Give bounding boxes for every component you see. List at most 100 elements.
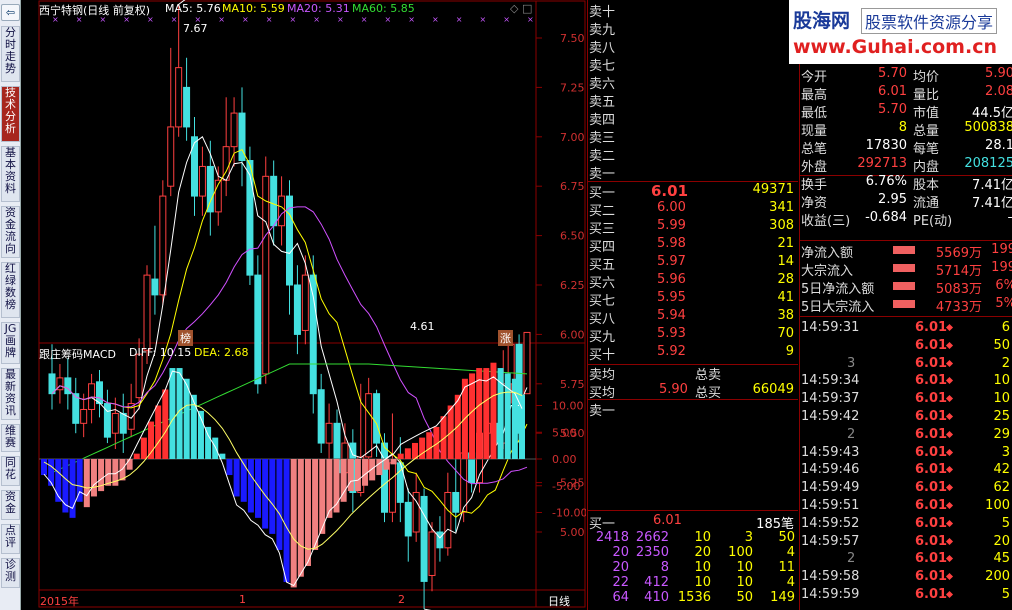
tab-2[interactable]: 基本资料 (1, 146, 20, 202)
sell-level-5[interactable]: 卖五 (589, 91, 615, 110)
buy-level-price[interactable]: 5.94 (657, 308, 686, 323)
macd-bar (240, 459, 247, 502)
stat-value: 17830 (865, 138, 907, 153)
buy-level-price[interactable]: 5.97 (657, 254, 686, 269)
tab-4[interactable]: 红绿数榜 (1, 262, 20, 318)
sell-level-8[interactable]: 卖八 (589, 37, 615, 56)
tab-8[interactable]: 同花 (1, 456, 20, 486)
buy-level-label[interactable]: 买三 (589, 218, 615, 237)
price-tick-label: 6.00 (560, 328, 585, 341)
buy-level-label[interactable]: 买六 (589, 272, 615, 291)
buy-level-label[interactable]: 买九 (589, 326, 615, 345)
tick-volume: 29 (993, 426, 1010, 442)
tick-volume: 10 (993, 391, 1010, 407)
tab-7[interactable]: 维赛 (1, 424, 20, 452)
chart-svg[interactable]: 7.507.257.006.756.506.256.005.755.505.25… (22, 0, 587, 610)
buy-level-price[interactable]: 5.98 (657, 236, 686, 251)
tick-volume: 200 (985, 569, 1010, 585)
sell-level-9[interactable]: 卖九 (589, 19, 615, 38)
queue-cell: 2350 (635, 545, 669, 560)
buy-level-label[interactable]: 买四 (589, 236, 615, 255)
flow-label: 5日净流入额 (801, 282, 875, 297)
candle-body (143, 274, 151, 351)
macd-bar (155, 405, 162, 459)
buy-level-label[interactable]: 买十 (589, 344, 615, 363)
zhang-marker: 涨 (498, 330, 513, 346)
tab-11[interactable]: 诊测 (1, 558, 20, 588)
arrow-left-icon[interactable]: ⇦ (1, 4, 20, 21)
buy-level-label[interactable]: 买五 (589, 254, 615, 273)
buy-level-label[interactable]: 买二 (589, 200, 615, 219)
price-tick-label: 7.25 (560, 81, 585, 94)
candle-body (254, 274, 262, 385)
x-marker: × (456, 15, 463, 24)
tab-3[interactable]: 资金流向 (1, 206, 20, 258)
sell-level-2[interactable]: 卖二 (589, 145, 615, 164)
buy-level-price[interactable]: 5.92 (657, 344, 686, 359)
period-label[interactable]: 日线 (548, 593, 570, 609)
tick-price: 6.01 (915, 444, 948, 460)
macd-bar (276, 459, 283, 550)
candle-body (96, 381, 103, 405)
sell-level-4[interactable]: 卖四 (589, 109, 615, 128)
buy-level-price[interactable]: 6.00 (657, 200, 686, 215)
flow-extra: 6% (995, 278, 1012, 293)
stat-label: 换手 (801, 178, 828, 193)
candle-body (262, 175, 270, 375)
sell-level-6[interactable]: 卖六 (589, 73, 615, 92)
buy-level-price[interactable]: 5.99 (657, 218, 686, 233)
buy-level-price[interactable]: 5.93 (657, 326, 686, 341)
macd-tick-label: 5.00 (552, 426, 577, 439)
separator (799, 240, 1012, 241)
candle-body (293, 284, 301, 335)
low-price-label: 4.61 (410, 320, 435, 333)
stat-value: 8 (898, 120, 907, 135)
tab-10[interactable]: 点评 (1, 524, 20, 554)
buy-level-price[interactable]: 6.01 (651, 182, 688, 200)
macd-bar (226, 459, 233, 476)
buy-level-label[interactable]: 买一 (589, 182, 615, 201)
tick-time: 14:59:49 (801, 480, 860, 496)
buy-level-volume: 341 (769, 200, 794, 215)
candle-body (301, 274, 309, 331)
tick-price: 6.01 (915, 391, 948, 407)
tab-9[interactable]: 资金 (1, 490, 20, 520)
sell-level-3[interactable]: 卖三 (589, 127, 615, 146)
candle-body (135, 353, 143, 399)
macd-tick-label: -10.00 (552, 507, 586, 520)
expand-icon[interactable]: ◇ □ (510, 2, 532, 15)
flow-bar (893, 282, 915, 290)
tab-0[interactable]: 分时走势 (1, 26, 20, 82)
macd-bar (69, 459, 76, 518)
buy-level-volume: 14 (777, 254, 794, 269)
tick-price: 6.01 (915, 355, 948, 371)
buy-level-price[interactable]: 5.96 (657, 272, 686, 287)
buy-level-volume: 21 (777, 236, 794, 251)
flow-label: 净流入额 (801, 246, 854, 261)
x-marker: × (337, 15, 344, 24)
tick-volume: 25 (993, 409, 1010, 424)
sell-level-7[interactable]: 卖七 (589, 55, 615, 74)
candle-body (436, 531, 444, 549)
stat-label: 总量 (913, 124, 940, 139)
macd-bar (404, 448, 411, 459)
x-marker: × (432, 15, 439, 24)
stat-label: PE(动) (913, 214, 953, 229)
logo-banner[interactable]: 股海网 股票软件资源分享 www.Guhai.com.cn (789, 0, 1012, 64)
sell-level-1[interactable]: 卖一 (589, 163, 615, 182)
tick-volume: 6 (1001, 320, 1010, 335)
buy-level-volume: 49371 (752, 182, 794, 197)
kline-chart-area[interactable]: 7.50 7.25 7.00 6.75 6.50 6.25 6.00 5.75 5.50 5.25… (22, 0, 587, 610)
tick-count: 3 (847, 355, 856, 371)
buy-level-price[interactable]: 5.95 (657, 290, 686, 305)
buy-level-label[interactable]: 买八 (589, 308, 615, 327)
tab-1[interactable]: 技术分析 (1, 86, 20, 142)
tab-6[interactable]: 最新资讯 (1, 368, 20, 420)
sell-level-10[interactable]: 卖十 (589, 1, 615, 20)
flow-value: 5714万 (935, 264, 982, 279)
macd-bar (312, 459, 319, 550)
stat-label: 最高 (801, 88, 828, 103)
price-tick-label: 5.75 (560, 378, 585, 391)
buy-level-label[interactable]: 买七 (589, 290, 615, 309)
tab-5[interactable]: JG画牌 (1, 322, 20, 364)
